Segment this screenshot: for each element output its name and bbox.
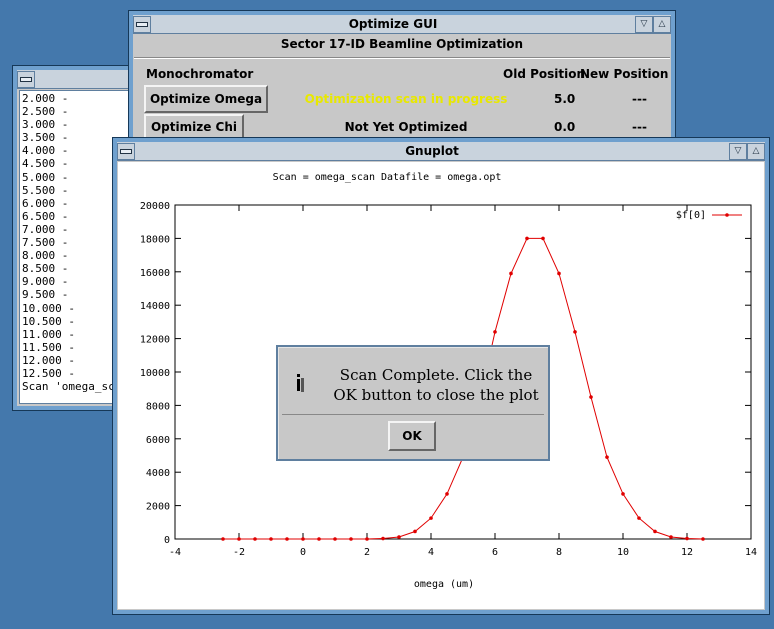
x-tick-label: 0 (300, 547, 306, 558)
data-point (333, 537, 337, 541)
col-old-position: Old Position (503, 67, 586, 81)
data-point (557, 271, 561, 276)
y-tick-label: 0 (164, 535, 170, 546)
scan-complete-dialog: Scan Complete. Click the OK button to cl… (276, 345, 550, 461)
maximize-button[interactable]: △ (747, 142, 765, 160)
data-point (237, 537, 241, 541)
data-point (589, 395, 593, 399)
x-tick-label: 6 (492, 547, 498, 558)
dialog-message: Scan Complete. Click the OK button to cl… (326, 365, 546, 405)
data-point (541, 236, 545, 241)
ok-button[interactable]: OK (388, 421, 436, 451)
data-point (509, 271, 513, 276)
data-point (701, 537, 705, 541)
data-point (349, 537, 353, 541)
minimize-button[interactable]: ▽ (635, 15, 653, 33)
y-tick-label: 6000 (146, 435, 170, 446)
y-tick-label: 14000 (140, 301, 170, 312)
data-point (269, 537, 273, 541)
chart-title: Scan = omega_scan Datafile = omega.opt (273, 172, 502, 183)
y-tick-label: 10000 (140, 368, 170, 379)
console-line: 3.000 - (22, 118, 69, 132)
minimize-button[interactable]: ▽ (729, 142, 747, 160)
x-tick-label: 4 (428, 547, 434, 558)
omega-new-position: --- (632, 92, 647, 106)
data-point (285, 537, 289, 541)
y-tick-label: 20000 (140, 201, 170, 212)
chi-new-position: --- (632, 120, 647, 134)
data-point (397, 535, 401, 539)
maximize-button[interactable]: △ (653, 15, 671, 33)
console-line: 2.500 - (22, 105, 69, 119)
optimize-omega-button[interactable]: Optimize Omega (144, 85, 268, 113)
chi-status: Not Yet Optimized (344, 120, 468, 134)
data-point (317, 537, 321, 541)
y-tick-label: 4000 (146, 468, 170, 479)
y-tick-label: 2000 (146, 502, 170, 513)
x-tick-label: -2 (233, 547, 245, 558)
optimize-gui-titlebar[interactable]: Optimize GUI ▽ △ (133, 15, 671, 34)
data-point (413, 529, 417, 534)
optimize-gui-window: Optimize GUI ▽ △ Sector 17-ID Beamline O… (128, 10, 676, 150)
data-point (621, 492, 625, 496)
omega-status: Optimization scan in progress (304, 92, 508, 106)
data-point (221, 537, 225, 541)
x-tick-label: 10 (617, 547, 629, 558)
window-menu-button[interactable] (17, 70, 35, 88)
data-point (637, 516, 641, 520)
gnuplot-titlebar[interactable]: Gnuplot ▽ △ (117, 142, 765, 161)
dialog-message-line2: OK button to close the plot (333, 386, 539, 404)
data-point (445, 492, 449, 496)
x-tick-label: 2 (364, 547, 370, 558)
section-label: Monochromator (146, 67, 254, 81)
gnuplot-title: Gnuplot (405, 144, 459, 158)
data-point (669, 535, 673, 539)
x-tick-label: 8 (556, 547, 562, 558)
x-tick-label: 14 (745, 547, 757, 558)
legend-marker (725, 213, 729, 217)
data-point (525, 236, 529, 241)
x-axis-label: omega (um) (414, 579, 474, 590)
data-point (429, 516, 433, 520)
window-menu-button[interactable] (117, 142, 135, 160)
window-menu-button[interactable] (133, 15, 151, 33)
data-point (381, 536, 385, 541)
x-tick-label: 12 (681, 547, 693, 558)
y-tick-label: 8000 (146, 401, 170, 412)
data-point (573, 330, 577, 334)
console-line: 2.000 - (22, 92, 69, 105)
data-point (605, 455, 609, 459)
dialog-message-area: Scan Complete. Click the OK button to cl… (282, 351, 544, 415)
divider (134, 57, 670, 59)
data-point (253, 537, 257, 541)
info-icon (297, 374, 304, 392)
col-new-position: New Position (580, 67, 669, 81)
optimize-subtitle: Sector 17-ID Beamline Optimization (280, 37, 524, 51)
y-tick-label: 18000 (140, 234, 170, 245)
data-point (653, 529, 657, 534)
chi-old-position: 0.0 (554, 120, 576, 134)
data-point (365, 537, 369, 541)
y-tick-label: 16000 (140, 268, 170, 279)
y-tick-label: 12000 (140, 335, 170, 346)
dialog-message-line1: Scan Complete. Click the (339, 366, 533, 384)
data-point (685, 536, 689, 541)
omega-old-position: 5.0 (554, 92, 576, 106)
legend-label: $f[0] (676, 210, 706, 221)
optimize-gui-title: Optimize GUI (348, 17, 438, 31)
data-point (301, 537, 305, 541)
data-point (493, 330, 497, 334)
x-tick-label: -4 (169, 547, 181, 558)
